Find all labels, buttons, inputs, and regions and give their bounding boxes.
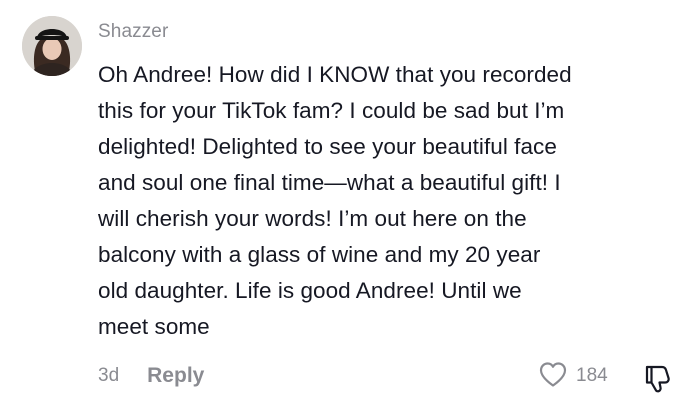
like-count: 184 [576,365,608,386]
timestamp: 3d [98,365,120,386]
comment-text: Oh Andree! How did I KNOW that you recor… [98,62,572,339]
user-avatar-icon [22,16,82,76]
avatar[interactable] [22,16,82,76]
reply-button[interactable]: Reply [147,364,204,388]
heart-outline-icon[interactable] [538,360,568,393]
thumbs-down-icon[interactable] [640,362,672,394]
comment-footer: 3d Reply [98,360,204,392]
comment-item: Shazzer Oh Andree! How did I KNOW that y… [0,0,700,403]
username[interactable]: Shazzer [98,21,168,43]
like-button[interactable]: 184 [538,360,608,392]
